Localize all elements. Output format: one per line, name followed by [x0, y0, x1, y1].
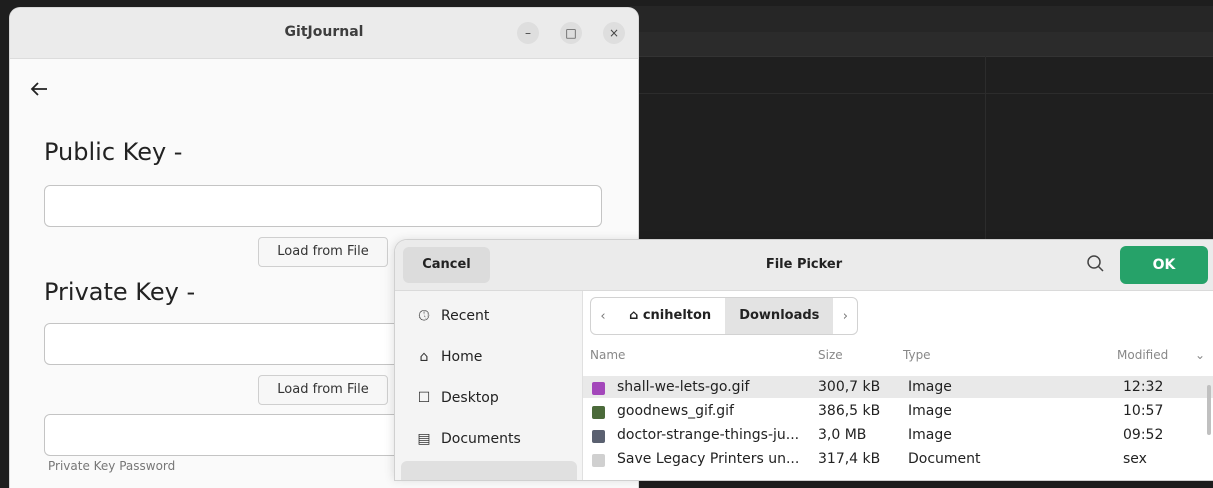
home-icon: ⌂ — [419, 349, 429, 365]
file-picker-header: Cancel File Picker OK — [395, 240, 1213, 291]
minimize-icon: – — [525, 26, 531, 40]
sidebar-item-label: Home — [441, 349, 483, 365]
file-type: Image — [908, 403, 952, 419]
file-name: goodnews_gif.gif — [617, 403, 734, 419]
file-picker-dialog: Cancel File Picker OK 🕔︎ Recent ⌂ Home ☐ De… — [395, 240, 1213, 480]
breadcrumb-home[interactable]: ⌂ cnihelton — [615, 298, 725, 334]
desktop-icon: ☐ — [417, 390, 431, 406]
file-icon — [592, 454, 605, 467]
ok-button[interactable]: OK — [1120, 246, 1208, 284]
background-toolbar — [630, 32, 1213, 57]
close-button[interactable]: × — [603, 22, 625, 44]
chevron-left-icon[interactable]: ‹ — [591, 309, 615, 324]
background-titlebar — [630, 6, 1213, 32]
file-name: shall-we-lets-go.gif — [617, 379, 750, 395]
places-sidebar: 🕔︎ Recent ⌂ Home ☐ Desktop ▤ Documents — [395, 291, 583, 480]
scrollbar[interactable] — [1207, 385, 1211, 435]
home-icon: ⌂ — [629, 308, 643, 323]
sidebar-item-label: Documents — [441, 431, 521, 447]
search-icon — [1087, 255, 1104, 272]
file-type: Image — [908, 427, 952, 443]
breadcrumb: ‹ ⌂ cnihelton Downloads › — [590, 297, 859, 335]
close-icon: × — [608, 26, 620, 40]
file-icon — [592, 406, 605, 419]
file-type: Image — [908, 379, 952, 395]
minimize-button[interactable]: – — [517, 22, 539, 44]
document-icon: ▤ — [417, 431, 431, 447]
file-modified: 09:52 — [1123, 427, 1164, 443]
file-icon — [592, 430, 605, 443]
file-type: Document — [908, 451, 981, 467]
sidebar-item-recent[interactable]: 🕔︎ Recent — [415, 308, 489, 324]
file-size: 386,5 kB — [818, 403, 881, 419]
search-button[interactable] — [1085, 253, 1107, 275]
sidebar-item-desktop[interactable]: ☐ Desktop — [415, 390, 499, 406]
maximize-button[interactable]: □ — [560, 22, 582, 44]
file-icon — [592, 382, 605, 395]
maximize-icon: □ — [565, 26, 577, 40]
back-button[interactable] — [30, 78, 48, 102]
load-public-key-button[interactable]: Load from File — [258, 237, 388, 267]
clock-icon: 🕔︎ — [418, 308, 430, 324]
chevron-down-icon[interactable]: ⌄ — [1195, 348, 1205, 362]
public-key-input[interactable] — [44, 185, 602, 227]
breadcrumb-label: cnihelton — [642, 308, 712, 323]
private-key-heading: Private Key - — [44, 278, 196, 306]
background-divider — [985, 56, 986, 246]
file-modified: 12:32 — [1123, 379, 1164, 395]
sidebar-item-downloads[interactable] — [401, 461, 577, 480]
window-title: GitJournal — [284, 24, 364, 40]
column-header-type[interactable]: Type — [903, 348, 931, 362]
file-modified: sex — [1123, 451, 1147, 467]
column-header-modified[interactable]: Modified — [1117, 348, 1168, 362]
left-arrow-icon — [30, 82, 47, 96]
column-header-name[interactable]: Name — [590, 348, 625, 362]
file-size: 3,0 MB — [818, 427, 867, 443]
chevron-right-icon[interactable]: › — [833, 309, 857, 324]
sidebar-item-label: Desktop — [441, 390, 499, 406]
file-modified: 10:57 — [1123, 403, 1164, 419]
file-name: Save Legacy Printers un... — [617, 451, 800, 467]
breadcrumb-current[interactable]: Downloads — [725, 298, 834, 334]
sidebar-item-label: Recent — [441, 308, 490, 324]
sidebar-item-home[interactable]: ⌂ Home — [415, 349, 483, 365]
gitjournal-titlebar: GitJournal – □ × — [10, 8, 638, 59]
column-header-size[interactable]: Size — [818, 348, 843, 362]
load-private-key-button[interactable]: Load from File — [258, 375, 388, 405]
file-name: doctor-strange-things-ju... — [617, 427, 800, 443]
file-size: 317,4 kB — [818, 451, 881, 467]
file-size: 300,7 kB — [818, 379, 881, 395]
sidebar-item-documents[interactable]: ▤ Documents — [415, 431, 521, 447]
background-divider — [630, 93, 1213, 94]
public-key-heading: Public Key - — [44, 138, 183, 166]
private-key-password-label: Private Key Password — [48, 459, 176, 473]
